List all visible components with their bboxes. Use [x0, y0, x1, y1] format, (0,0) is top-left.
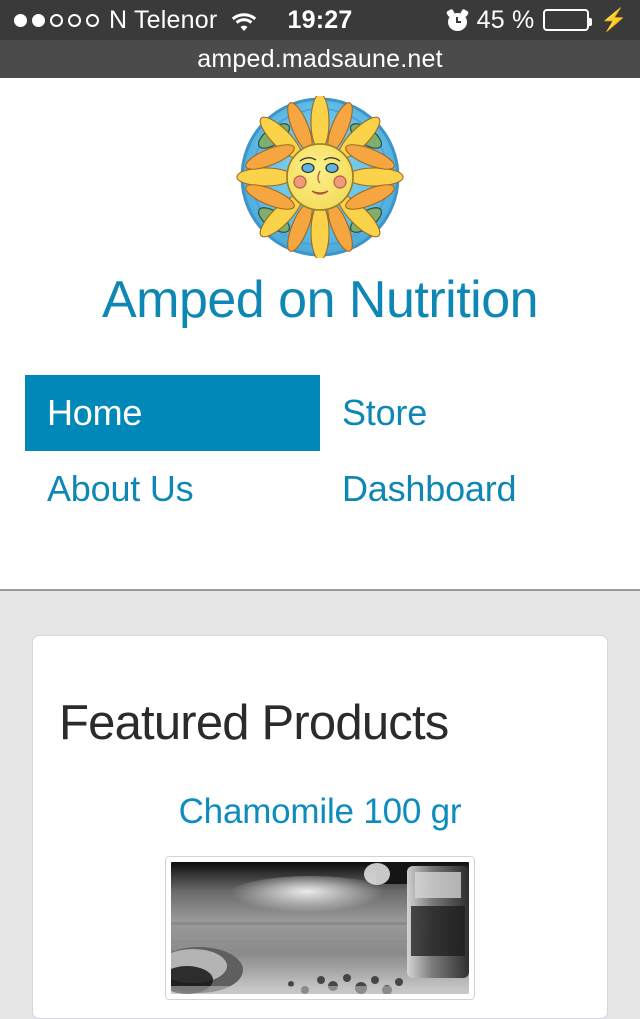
- page-body: Amped on Nutrition Home Store About Us D…: [0, 78, 640, 1019]
- nav-item-store[interactable]: Store: [320, 375, 615, 451]
- browser-chrome: N Telenor 19:27 45 % ⚡ amped.madsaune.ne…: [0, 0, 640, 78]
- alarm-clock-icon: [445, 8, 469, 31]
- card-heading: Featured Products: [59, 696, 449, 751]
- nav-bottom-spacer: [0, 527, 640, 589]
- battery-icon: [543, 9, 593, 31]
- nav-item-dashboard[interactable]: Dashboard: [320, 451, 615, 527]
- lightning-bolt-icon: ⚡: [600, 7, 628, 32]
- sun-face-logo: [234, 93, 406, 261]
- url-bar[interactable]: amped.madsaune.net: [0, 40, 640, 78]
- site-header: Amped on Nutrition: [0, 78, 640, 330]
- product-photo: [171, 861, 469, 994]
- status-bar: N Telenor 19:27 45 % ⚡: [0, 0, 640, 40]
- main-content: Featured Products Chamomile 100 gr: [0, 591, 640, 1019]
- product-item: Chamomile 100 gr: [51, 792, 589, 1000]
- url-text[interactable]: amped.madsaune.net: [197, 45, 442, 74]
- battery-percent-label: 45 %: [476, 5, 535, 34]
- nav-item-home[interactable]: Home: [25, 375, 320, 452]
- product-name-link[interactable]: Chamomile 100 gr: [179, 792, 462, 832]
- page-title: Amped on Nutrition: [101, 271, 539, 329]
- featured-products-card: Featured Products Chamomile 100 gr: [32, 635, 608, 1019]
- status-bar-right: 45 % ⚡: [445, 5, 628, 35]
- main-navigation: Home Store About Us Dashboard: [0, 375, 640, 527]
- product-thumbnail-frame[interactable]: [165, 855, 475, 1000]
- nav-item-about-us[interactable]: About Us: [25, 451, 320, 527]
